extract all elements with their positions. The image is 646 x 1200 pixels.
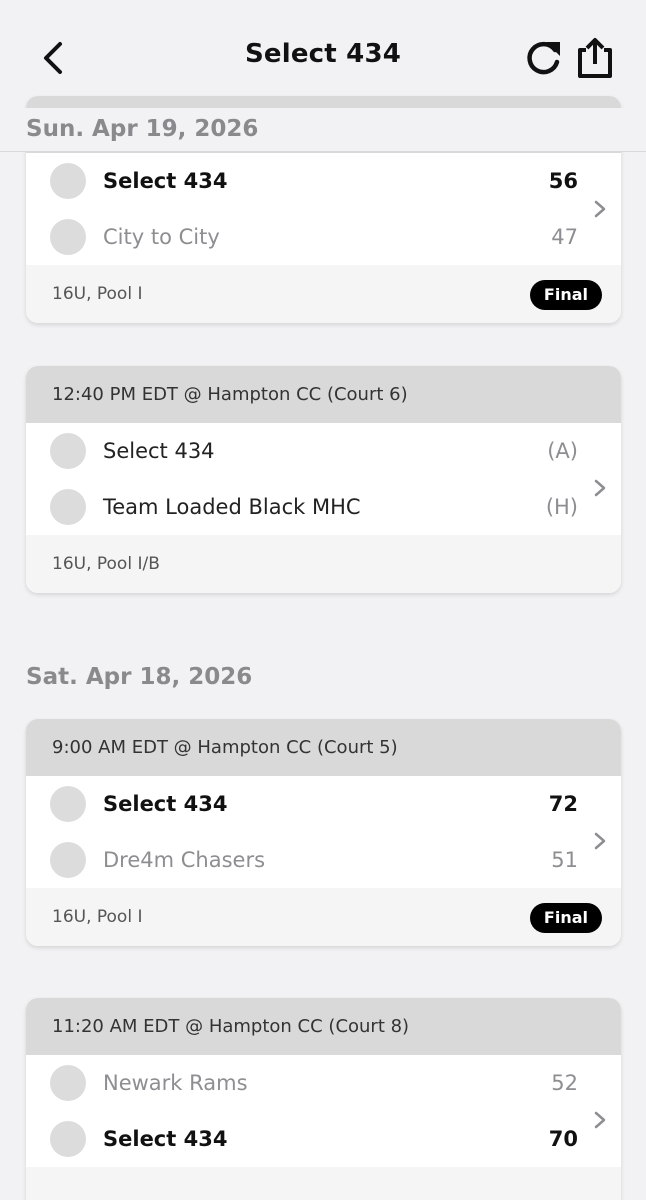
team-logo	[50, 163, 86, 199]
team-logo	[50, 1065, 86, 1101]
team-score: 52	[551, 1071, 578, 1095]
share-icon	[578, 38, 612, 78]
refresh-button[interactable]	[524, 38, 564, 78]
team-row: Newark Rams 52	[26, 1055, 621, 1111]
top-nav-bar: Select 434	[0, 0, 646, 108]
team-score: 70	[548, 1127, 578, 1151]
division-label: 16U, Pool I	[52, 284, 143, 304]
team-row: Team Loaded Black MHC (H)	[26, 479, 621, 535]
status-badge: Final	[529, 903, 602, 933]
team-row: City to City 47	[26, 209, 621, 265]
team-score: 47	[551, 225, 578, 249]
team-row: Select 434 56	[26, 153, 621, 209]
game-card[interactable]: 11:20 AM EDT @ Hampton CC (Court 8) Newa…	[26, 998, 621, 1200]
game-footer: 16U, Pool I Final	[26, 888, 621, 946]
team-name: City to City	[103, 225, 220, 249]
chevron-right-icon	[594, 479, 606, 497]
team-name: Select 434	[103, 1127, 228, 1151]
division-label: 16U, Pool I/B	[52, 554, 160, 574]
game-time-location: 12:40 PM EDT @ Hampton CC (Court 6)	[26, 366, 621, 423]
team-row: Select 434 72	[26, 776, 621, 832]
team-logo	[50, 786, 86, 822]
chevron-right-icon	[594, 832, 606, 850]
chevron-left-icon	[44, 42, 62, 74]
game-card[interactable]: 9:00 AM EDT @ Hampton CC (Court 5) Selec…	[26, 719, 621, 946]
team-name: Team Loaded Black MHC	[103, 495, 361, 519]
game-time-location: 9:00 AM EDT @ Hampton CC (Court 5)	[26, 719, 621, 776]
team-logo	[50, 219, 86, 255]
team-score: 51	[551, 848, 578, 872]
game-footer: 16U, Pool I Final	[26, 265, 621, 323]
status-badge: Final	[529, 280, 602, 310]
team-designation: (A)	[547, 439, 578, 463]
team-row: Select 434 70	[26, 1111, 621, 1167]
team-row: Dre4m Chasers 51	[26, 832, 621, 888]
page-title: Select 434	[244, 39, 402, 69]
refresh-icon	[527, 41, 560, 75]
team-score: 56	[548, 169, 578, 193]
team-name: Select 434	[103, 792, 228, 816]
division-label: 16U, Pool I	[52, 907, 143, 927]
team-score: 72	[548, 792, 578, 816]
date-section-header: Sat. Apr 18, 2026	[26, 664, 253, 690]
team-name: Select 434	[103, 169, 228, 193]
game-footer	[26, 1167, 621, 1200]
date-label: Sun. Apr 19, 2026	[26, 116, 259, 142]
game-time-location: 11:20 AM EDT @ Hampton CC (Court 8)	[26, 998, 621, 1055]
team-row: Select 434 (A)	[26, 423, 621, 479]
team-name: Newark Rams	[103, 1071, 248, 1095]
chevron-right-icon	[594, 200, 606, 218]
back-button[interactable]	[36, 36, 70, 80]
game-card[interactable]: 12:40 PM EDT @ Hampton CC (Court 6) Sele…	[26, 366, 621, 593]
date-section-header: Sun. Apr 19, 2026	[0, 108, 646, 152]
team-logo	[50, 1121, 86, 1157]
team-logo	[50, 842, 86, 878]
team-logo	[50, 433, 86, 469]
chevron-right-icon	[594, 1111, 606, 1129]
team-designation: (H)	[545, 495, 578, 519]
share-button[interactable]	[574, 36, 616, 80]
game-footer: 16U, Pool I/B	[26, 535, 621, 593]
team-name: Select 434	[103, 439, 215, 463]
team-logo	[50, 489, 86, 525]
team-name: Dre4m Chasers	[103, 848, 266, 872]
